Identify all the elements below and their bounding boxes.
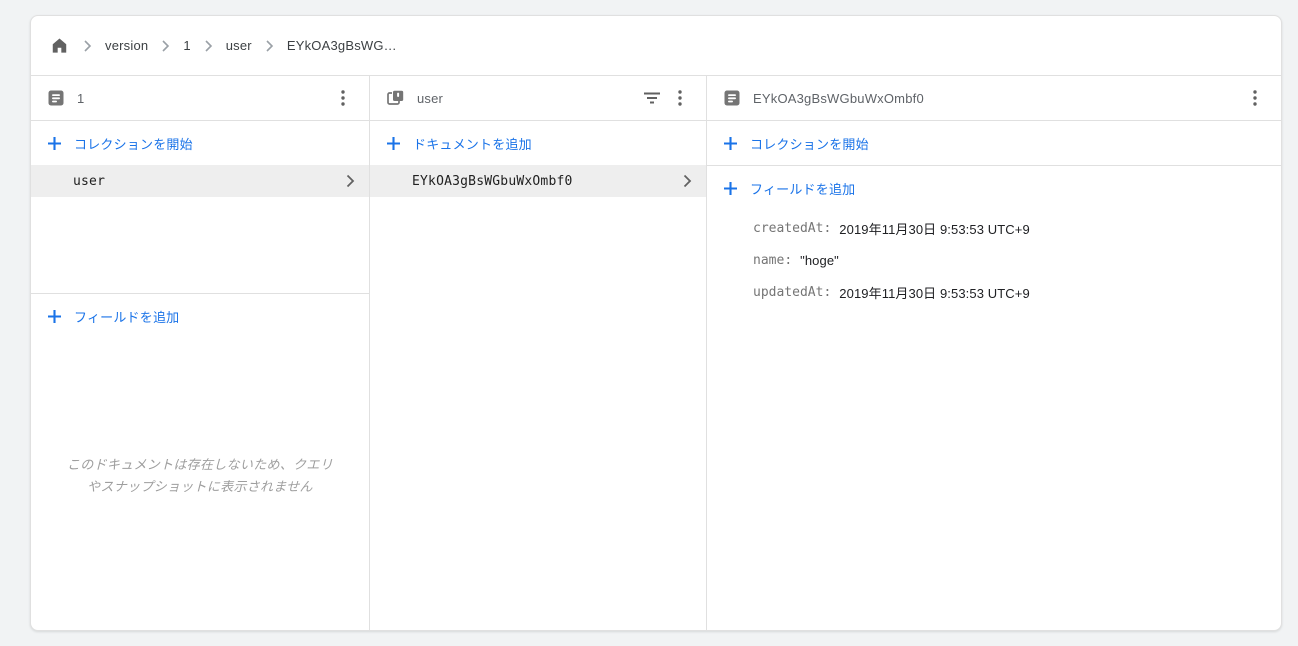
- field-name: updatedAt: [753, 284, 824, 300]
- panel2-header: user: [370, 76, 706, 121]
- add-field-button[interactable]: フィールドを追加: [707, 166, 1281, 210]
- plus-icon: [723, 181, 738, 196]
- breadcrumb-item-1[interactable]: 1: [183, 38, 190, 53]
- firestore-data-viewer: version 1 user EYkOA3gBsWG… 1 コレクションを開始 …: [0, 0, 1298, 646]
- add-field-label: フィールドを追加: [74, 309, 180, 325]
- panel2-overflow-menu-button[interactable]: [666, 84, 694, 112]
- panel1-empty-space: [31, 197, 369, 293]
- panel3-header: EYkOA3gBsWGbuWxOmbf0: [707, 76, 1281, 121]
- field-name: name: [753, 252, 785, 268]
- document-row[interactable]: EYkOA3gBsWGbuWxOmbf0: [370, 165, 706, 197]
- kebab-menu-icon: [1253, 90, 1257, 106]
- document-row-label: EYkOA3gBsWGbuWxOmbf0: [412, 173, 573, 189]
- field-row-createdAt[interactable]: createdAt: 2019年11月30日 9:53:53 UTC+9: [707, 212, 1281, 244]
- chevron-right-icon: [204, 39, 213, 52]
- field-row-name[interactable]: name: "hoge": [707, 244, 1281, 276]
- panel3-overflow-menu-button[interactable]: [1241, 84, 1269, 112]
- field-value: 2019年11月30日 9:53:53 UTC+9: [839, 221, 1030, 237]
- add-document-button[interactable]: ドキュメントを追加: [370, 121, 706, 165]
- home-button[interactable]: [48, 35, 70, 57]
- panel-title: EYkOA3gBsWGbuWxOmbf0: [753, 90, 924, 106]
- panel1-overflow-menu-button[interactable]: [329, 84, 357, 112]
- chevron-right-icon: [161, 39, 170, 52]
- plus-icon: [47, 309, 62, 324]
- filter-documents-button[interactable]: [638, 84, 666, 112]
- breadcrumb-item-version[interactable]: version: [105, 38, 148, 53]
- plus-icon: [723, 136, 738, 151]
- breadcrumb-item-user[interactable]: user: [226, 38, 252, 53]
- chevron-right-icon: [83, 39, 92, 52]
- field-colon: :: [823, 220, 832, 236]
- add-field-button[interactable]: フィールドを追加: [31, 294, 369, 338]
- chevron-right-icon: [265, 39, 274, 52]
- collection-row-label: user: [73, 173, 106, 189]
- plus-icon: [386, 136, 401, 151]
- panel1-header: 1: [31, 76, 369, 121]
- collection-row-user[interactable]: user: [31, 165, 369, 197]
- start-collection-label: コレクションを開始: [750, 136, 869, 152]
- collection-panel-user: user ドキュメントを追加 EYkOA3gBsWGbuWxOmbf0: [370, 76, 707, 630]
- field-colon: :: [784, 252, 793, 268]
- panel-title: 1: [77, 90, 85, 106]
- field-value: 2019年11月30日 9:53:53 UTC+9: [839, 285, 1030, 301]
- missing-document-note: このドキュメントは存在しないため、クエリやスナップショットに表示されません: [67, 457, 334, 494]
- panel-title: user: [417, 90, 444, 106]
- kebab-menu-icon: [341, 90, 345, 106]
- field-row-updatedAt[interactable]: updatedAt: 2019年11月30日 9:53:53 UTC+9: [707, 276, 1281, 308]
- plus-icon: [47, 136, 62, 151]
- breadcrumb: version 1 user EYkOA3gBsWG…: [31, 16, 1281, 76]
- document-icon: [723, 89, 741, 107]
- chevron-right-icon: [683, 174, 692, 188]
- field-list: createdAt: 2019年11月30日 9:53:53 UTC+9 nam…: [707, 212, 1281, 308]
- add-document-label: ドキュメントを追加: [413, 136, 532, 152]
- breadcrumb-item-current-document: EYkOA3gBsWG…: [286, 38, 397, 53]
- collection-icon: [386, 89, 405, 108]
- start-collection-label: コレクションを開始: [74, 136, 193, 152]
- filter-icon: [643, 91, 661, 105]
- field-colon: :: [823, 284, 832, 300]
- panel-columns: 1 コレクションを開始 user フィールドを追加 このドキュメントは存在しない…: [31, 76, 1281, 630]
- add-field-label: フィールドを追加: [750, 181, 856, 197]
- field-value: "hoge": [800, 252, 839, 268]
- document-icon: [47, 89, 65, 107]
- start-collection-button[interactable]: コレクションを開始: [707, 121, 1281, 165]
- firestore-panel: version 1 user EYkOA3gBsWG… 1 コレクションを開始 …: [30, 15, 1282, 631]
- document-panel-parent: 1 コレクションを開始 user フィールドを追加 このドキュメントは存在しない…: [31, 76, 370, 630]
- document-panel-detail: EYkOA3gBsWGbuWxOmbf0 コレクションを開始 フィールドを追加 …: [707, 76, 1281, 630]
- chevron-right-icon: [346, 174, 355, 188]
- field-name: createdAt: [753, 220, 824, 236]
- start-collection-button[interactable]: コレクションを開始: [31, 121, 369, 165]
- home-icon: [50, 36, 69, 55]
- kebab-menu-icon: [678, 90, 682, 106]
